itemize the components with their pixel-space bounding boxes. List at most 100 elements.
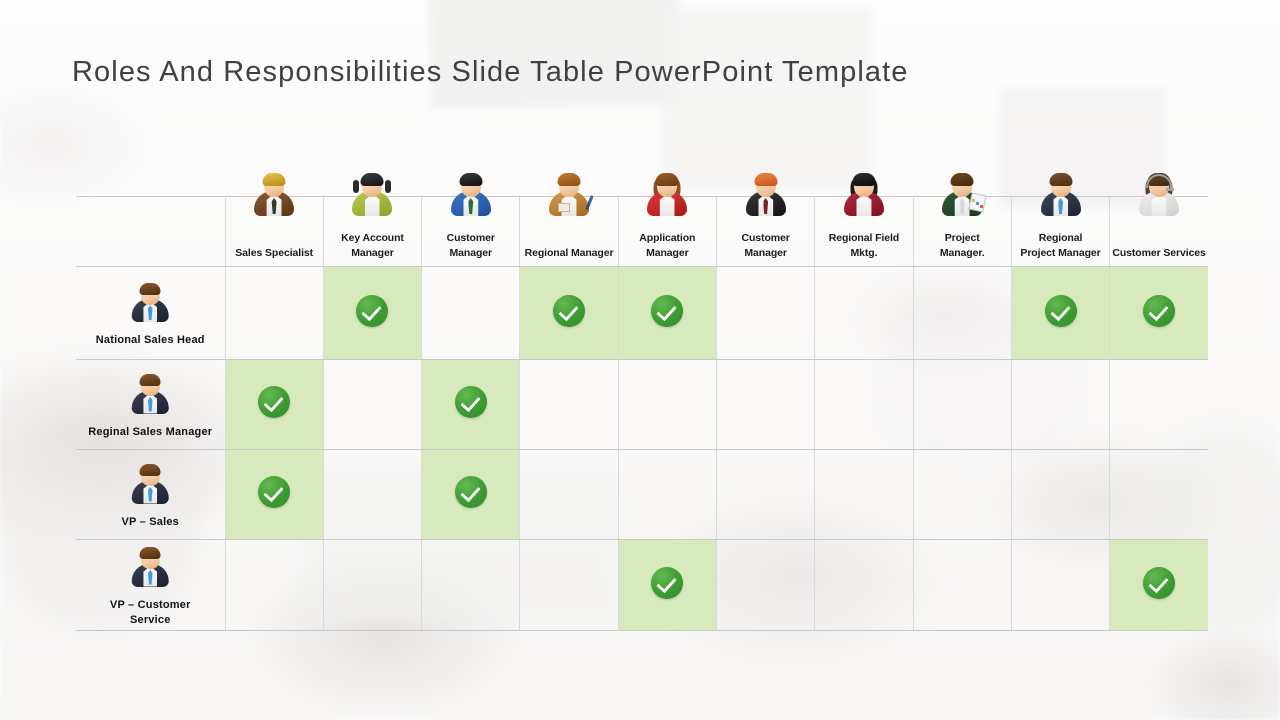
table-row: VP – Sales <box>76 449 1208 540</box>
column-header-label: Regional Project Manager <box>1020 232 1101 259</box>
person-icon-vp-sales <box>129 464 171 506</box>
matrix-cell-empty[interactable] <box>912 539 1012 631</box>
row-header-1[interactable]: National Sales Head <box>76 266 226 360</box>
matrix-cell-empty[interactable] <box>322 539 422 631</box>
matrix-cell-empty[interactable] <box>1109 449 1208 540</box>
matrix-cell-checked[interactable] <box>617 266 717 360</box>
row-header-label: VP – Sales <box>121 515 179 528</box>
matrix-cell-checked[interactable] <box>1109 539 1208 631</box>
green-check-circle-icon <box>258 386 291 418</box>
person-icon-application-manager <box>644 172 690 218</box>
matrix-cell-empty[interactable] <box>322 449 422 540</box>
matrix-cell-checked[interactable] <box>1010 266 1110 360</box>
matrix-cell-checked[interactable] <box>421 359 520 450</box>
matrix-cell-empty[interactable] <box>912 359 1012 450</box>
matrix-cell-empty[interactable] <box>519 359 619 450</box>
matrix-cell-empty[interactable] <box>617 449 717 540</box>
person-icon-customer-manager-2 <box>743 172 789 218</box>
matrix-cell-empty[interactable] <box>617 359 717 450</box>
person-icon-regional-project-manager <box>1038 172 1084 218</box>
matrix-cell-checked[interactable] <box>322 266 422 360</box>
page-title: Roles And Responsibilities Slide Table P… <box>72 56 909 88</box>
matrix-cell-empty[interactable] <box>912 266 1012 360</box>
column-header-6[interactable]: Customer Manager <box>715 173 815 267</box>
green-check-circle-icon <box>1143 566 1176 599</box>
matrix-cell-checked[interactable] <box>519 266 619 360</box>
green-check-circle-icon <box>356 294 389 327</box>
green-check-circle-icon <box>454 386 487 418</box>
roles-responsibilities-matrix: Sales Specialist Key Account Manager Custom… <box>76 173 1208 631</box>
column-header-label: Key Account Manager <box>341 232 404 259</box>
column-header-label: Customer Services <box>1112 246 1206 259</box>
person-icon-customer-services <box>1136 172 1182 218</box>
table-row: National Sales Head <box>76 266 1208 360</box>
person-icon-customer-manager <box>448 172 494 218</box>
matrix-cell-empty[interactable] <box>715 359 815 450</box>
row-header-3[interactable]: VP – Sales <box>76 449 226 540</box>
matrix-cell-empty[interactable] <box>322 359 422 450</box>
column-header-label: Customer Manager <box>741 232 790 259</box>
column-header-3[interactable]: Customer Manager <box>421 173 520 267</box>
column-header-5[interactable]: Application Manager <box>617 173 717 267</box>
column-header-label: Regional Manager <box>524 246 614 259</box>
matrix-cell-empty[interactable] <box>1010 539 1110 631</box>
matrix-cell-empty[interactable] <box>715 539 815 631</box>
green-check-circle-icon <box>1044 294 1077 327</box>
matrix-cell-empty[interactable] <box>715 266 815 360</box>
matrix-cell-empty[interactable] <box>519 449 619 540</box>
matrix-cell-empty[interactable] <box>224 539 324 631</box>
person-icon-regional-field-mktg <box>841 172 887 218</box>
person-icon-key-account-manager <box>349 172 395 218</box>
row-header-4[interactable]: VP – Customer Service <box>76 539 226 631</box>
column-header-label: Sales Specialist <box>235 246 314 259</box>
matrix-corner-cell <box>76 196 225 267</box>
matrix-cell-empty[interactable] <box>1010 449 1110 540</box>
column-header-4[interactable]: Regional Manager <box>519 173 619 267</box>
green-check-circle-icon <box>258 476 291 508</box>
person-icon-national-sales-head <box>129 282 171 324</box>
green-check-circle-icon <box>553 294 586 327</box>
matrix-cell-empty[interactable] <box>814 449 914 540</box>
green-check-circle-icon <box>454 476 487 508</box>
column-header-label: Application Manager <box>639 232 696 259</box>
table-row: Reginal Sales Manager <box>76 359 1208 450</box>
matrix-cell-empty[interactable] <box>814 539 914 631</box>
column-header-7[interactable]: Regional Field Mktg. <box>814 173 914 267</box>
matrix-cell-empty[interactable] <box>421 266 520 360</box>
matrix-cell-empty[interactable] <box>814 359 914 450</box>
row-header-2[interactable]: Reginal Sales Manager <box>76 359 226 450</box>
matrix-cell-checked[interactable] <box>1109 266 1208 360</box>
row-header-label: VP – Customer Service <box>109 598 191 626</box>
matrix-cell-empty[interactable] <box>814 266 914 360</box>
green-check-circle-icon <box>1143 294 1176 327</box>
column-header-8[interactable]: Project Manager. <box>912 173 1012 267</box>
matrix-cell-empty[interactable] <box>715 449 815 540</box>
column-header-label: Regional Field Mktg. <box>828 232 900 259</box>
column-header-2[interactable]: Key Account Manager <box>322 173 422 267</box>
matrix-cell-empty[interactable] <box>224 266 324 360</box>
matrix-cell-empty[interactable] <box>1109 359 1208 450</box>
person-icon-reginal-sales-manager <box>129 374 171 416</box>
column-header-10[interactable]: Customer Services <box>1109 173 1208 267</box>
matrix-cell-empty[interactable] <box>421 539 520 631</box>
matrix-cell-empty[interactable] <box>912 449 1012 540</box>
matrix-cell-checked[interactable] <box>421 449 520 540</box>
matrix-cell-checked[interactable] <box>617 539 717 631</box>
table-header-row: Sales Specialist Key Account Manager Custom… <box>76 173 1208 267</box>
green-check-circle-icon <box>651 294 684 327</box>
column-header-1[interactable]: Sales Specialist <box>224 173 324 267</box>
matrix-cell-empty[interactable] <box>519 539 619 631</box>
row-header-label: Reginal Sales Manager <box>88 425 213 438</box>
person-icon-sales-specialist <box>251 172 297 218</box>
green-check-circle-icon <box>651 566 684 599</box>
person-icon-regional-manager <box>546 172 594 218</box>
column-header-9[interactable]: Regional Project Manager <box>1010 173 1110 267</box>
person-icon-project-manager <box>939 172 987 218</box>
matrix-cell-checked[interactable] <box>224 359 324 450</box>
matrix-cell-checked[interactable] <box>224 449 324 540</box>
person-icon-vp-customer-service <box>129 547 171 589</box>
column-header-label: Customer Manager <box>446 232 495 259</box>
matrix-cell-empty[interactable] <box>1010 359 1110 450</box>
column-header-label: Project Manager. <box>939 232 985 259</box>
table-row: VP – Customer Service <box>76 539 1208 631</box>
